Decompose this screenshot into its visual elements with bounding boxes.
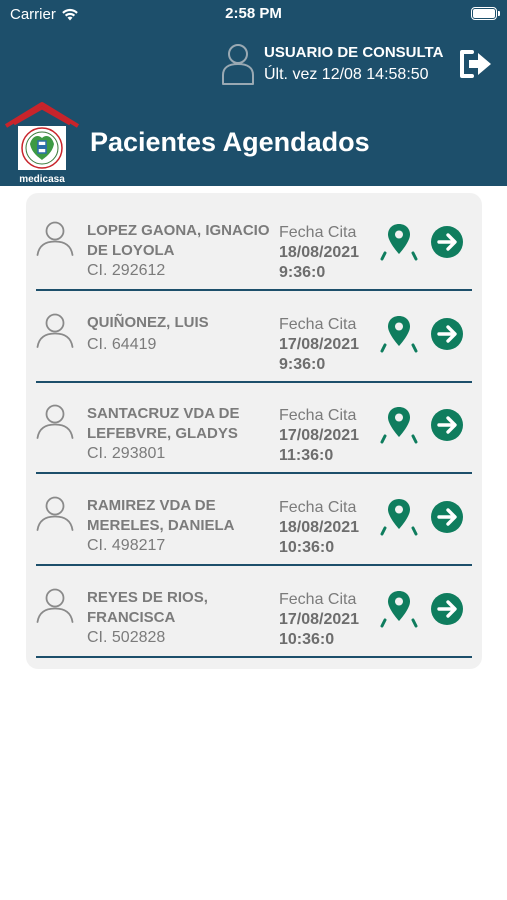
- person-icon: [36, 588, 74, 623]
- appointment-label: Fecha Cita: [279, 591, 357, 608]
- user-icon: [222, 44, 254, 85]
- patient-name: SANTACRUZ VDA DE LEFEBVRE, GLADYS: [87, 405, 240, 442]
- patient-row[interactable]: REYES DE RIOS, FRANCISCA CI. 502828 Fech…: [36, 566, 472, 658]
- arrow-right-circle-icon[interactable]: [430, 500, 464, 534]
- patient-row[interactable]: QUIÑONEZ, LUIS CI. 64419 Fecha Cita 17/0…: [36, 291, 472, 383]
- patient-name: RAMIREZ VDA DE MERELES, DANIELA: [87, 497, 235, 534]
- appointment-date: 17/08/2021: [279, 427, 360, 444]
- person-icon: [36, 313, 74, 348]
- appointment-time: 9:36:0: [279, 264, 326, 281]
- appointment-date: 18/08/2021: [279, 519, 360, 536]
- appointment-label: Fecha Cita: [279, 316, 357, 333]
- patient-name: REYES DE RIOS, FRANCISCA: [87, 589, 208, 626]
- arrow-right-circle-icon[interactable]: [430, 592, 464, 626]
- appointment-date: 18/08/2021: [279, 244, 360, 261]
- appointment-info: Fecha Cita 17/08/2021 11:36:0: [279, 406, 375, 466]
- appointment-time: 9:36:0: [279, 356, 326, 373]
- status-time: 2:58 PM: [225, 5, 282, 22]
- appointment-time: 11:36:0: [279, 447, 334, 464]
- person-icon: [36, 221, 74, 256]
- appointment-info: Fecha Cita 18/08/2021 10:36:0: [279, 498, 375, 558]
- patient-row[interactable]: LOPEZ GAONA, IGNACIO DE LOYOLA CI. 29261…: [36, 199, 472, 291]
- map-pin-icon[interactable]: [380, 496, 418, 536]
- person-icon: [36, 404, 74, 439]
- appointment-time: 10:36:0: [279, 539, 335, 556]
- appointment-label: Fecha Cita: [279, 407, 357, 424]
- logout-icon[interactable]: [458, 48, 494, 80]
- appointment-time: 10:36:0: [279, 631, 335, 648]
- appointment-info: Fecha Cita 17/08/2021 9:36:0: [279, 315, 375, 375]
- page-title: Pacientes Agendados: [90, 127, 370, 157]
- appointment-info: Fecha Cita 18/08/2021 9:36:0: [279, 223, 375, 283]
- arrow-right-circle-icon[interactable]: [430, 408, 464, 442]
- user-name: USUARIO DE CONSULTA: [264, 44, 444, 61]
- map-pin-icon[interactable]: [380, 313, 418, 353]
- patient-name: QUIÑONEZ, LUIS: [87, 314, 209, 331]
- user-info: USUARIO DE CONSULTA Últ. vez 12/08 14:58…: [220, 42, 507, 88]
- patient-name: LOPEZ GAONA, IGNACIO DE LOYOLA: [87, 222, 270, 259]
- status-bar: Carrier 2:58 PM: [0, 0, 507, 28]
- patient-ci: CI. 64419: [87, 336, 157, 353]
- patient-ci: CI. 498217: [87, 537, 166, 554]
- appointment-info: Fecha Cita 17/08/2021 10:36:0: [279, 590, 375, 650]
- patient-ci: CI. 502828: [87, 629, 166, 646]
- map-pin-icon[interactable]: [380, 588, 418, 628]
- medicasa-logo: medicasa: [4, 100, 80, 186]
- battery-icon: [471, 7, 500, 20]
- patients-list: LOPEZ GAONA, IGNACIO DE LOYOLA CI. 29261…: [26, 193, 482, 669]
- appointment-date: 17/08/2021: [279, 336, 360, 353]
- map-pin-icon[interactable]: [380, 221, 418, 261]
- app-header: Carrier 2:58 PM USUARIO DE CONSULTA Últ.…: [0, 0, 507, 186]
- logo-text: medicasa: [19, 174, 65, 185]
- patient-row[interactable]: RAMIREZ VDA DE MERELES, DANIELA CI. 4982…: [36, 474, 472, 566]
- map-pin-icon[interactable]: [380, 404, 418, 444]
- appointment-label: Fecha Cita: [279, 224, 357, 241]
- row-divider: [36, 656, 472, 658]
- patient-ci: CI. 293801: [87, 445, 166, 462]
- last-access: Últ. vez 12/08 14:58:50: [264, 66, 429, 83]
- arrow-right-circle-icon[interactable]: [430, 317, 464, 351]
- patient-row[interactable]: SANTACRUZ VDA DE LEFEBVRE, GLADYS CI. 29…: [36, 382, 472, 474]
- arrow-right-circle-icon[interactable]: [430, 225, 464, 259]
- appointment-date: 17/08/2021: [279, 611, 360, 628]
- appointment-label: Fecha Cita: [279, 499, 357, 516]
- person-icon: [36, 496, 74, 531]
- patient-ci: CI. 292612: [87, 262, 166, 279]
